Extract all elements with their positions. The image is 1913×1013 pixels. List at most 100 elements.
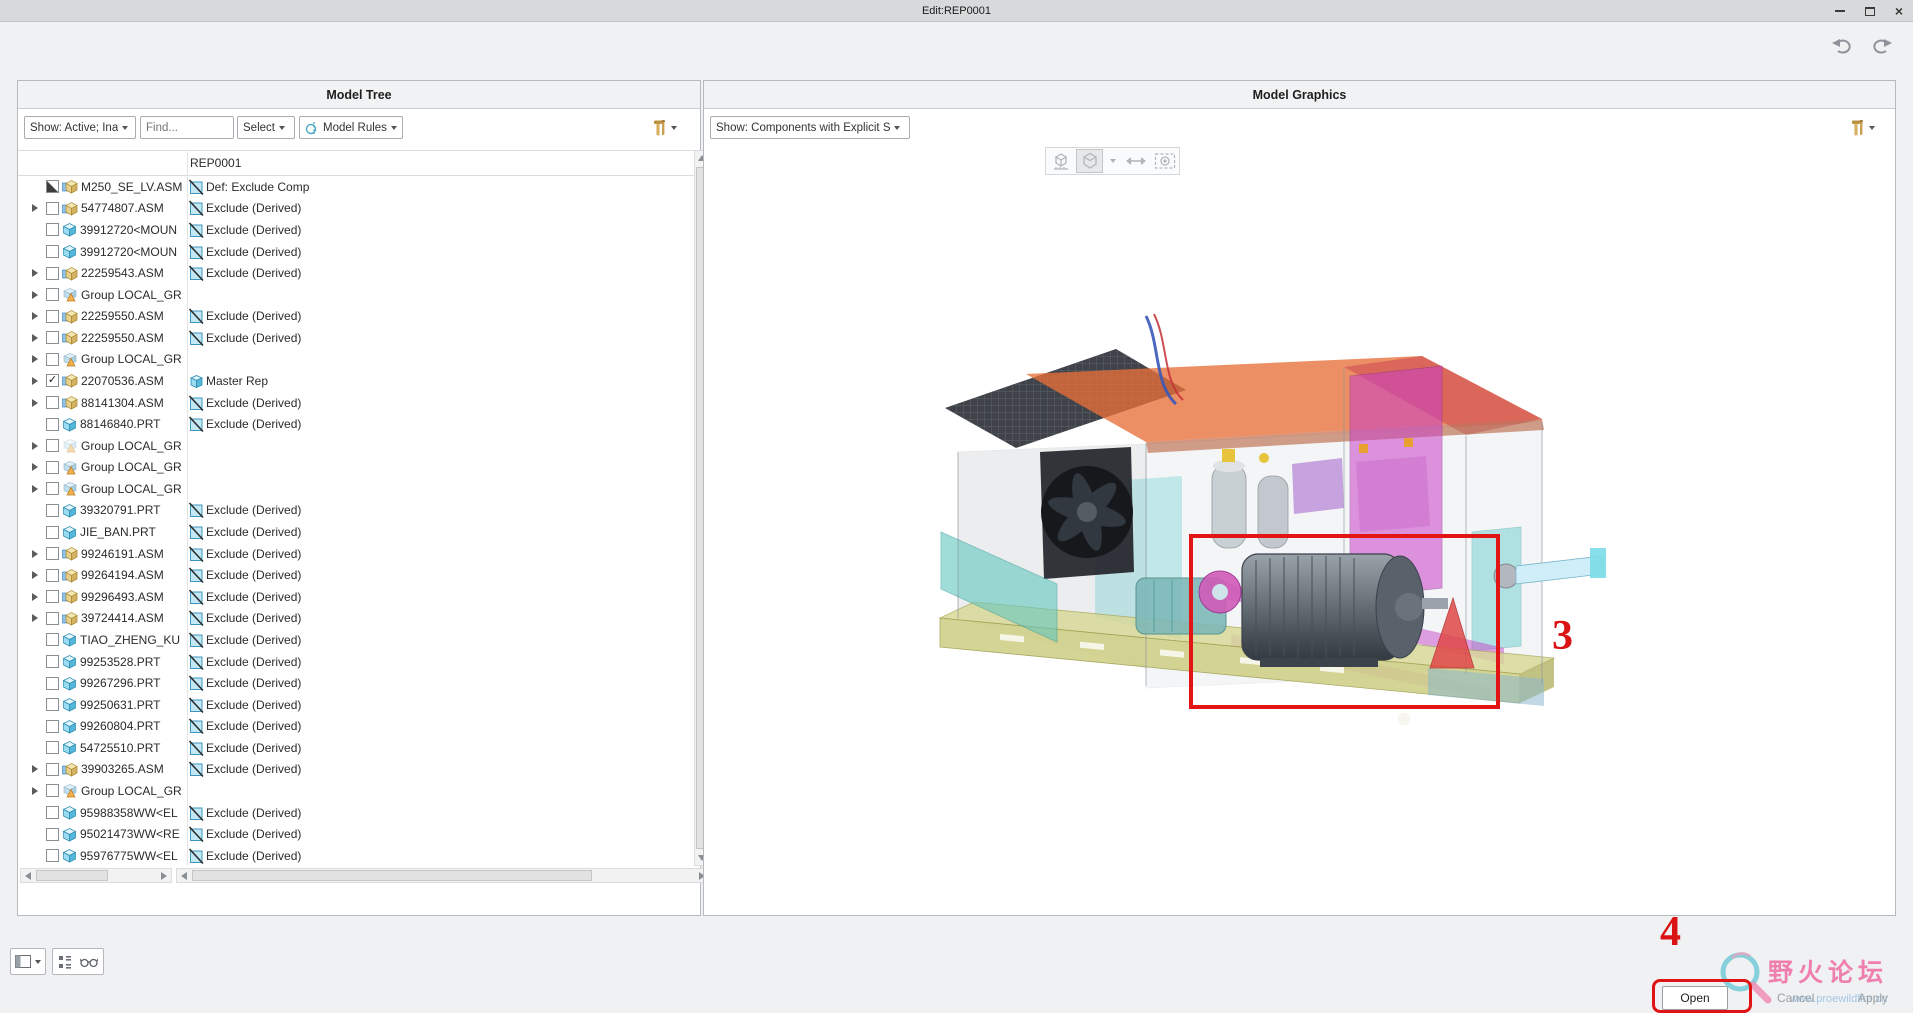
row-checkbox[interactable] (46, 762, 59, 776)
tree-node[interactable]: 39724414.ASM (21, 611, 187, 626)
row-checkbox[interactable] (46, 201, 59, 215)
row-checkbox[interactable] (46, 590, 59, 604)
rule-cell[interactable]: Exclude (Derived) (187, 502, 693, 519)
tree-hscrollbar-right[interactable] (176, 868, 710, 883)
tree-row[interactable]: 54725510.PRT Exclude (Derived) (21, 737, 693, 759)
row-checkbox[interactable] (46, 352, 59, 366)
rule-cell[interactable]: Exclude (Derived) (187, 546, 693, 562)
tree-row[interactable]: 95988358WW<EL Exclude (Derived) (21, 802, 693, 824)
tree-row[interactable]: 99250631.PRT Exclude (Derived) (21, 694, 693, 716)
tree-row[interactable]: 39724414.ASM Exclude (Derived) (21, 608, 693, 630)
tree-node[interactable]: Group LOCAL_GR (21, 783, 187, 798)
row-checkbox[interactable] (46, 719, 59, 733)
tree-row[interactable]: Group LOCAL_GR (21, 457, 693, 479)
rule-cell[interactable]: Exclude (Derived) (187, 826, 693, 843)
tree-column-header[interactable]: REP0001 (18, 150, 694, 176)
tree-node[interactable]: Group LOCAL_GR (21, 438, 187, 453)
tree-node[interactable]: ✓ 22070536.ASM (21, 373, 187, 389)
row-checkbox[interactable] (46, 849, 59, 863)
apply-button[interactable]: Apply (1858, 991, 1888, 1005)
tree-node[interactable]: 22259550.ASM (21, 309, 187, 324)
row-checkbox[interactable] (46, 547, 59, 561)
tree-node[interactable]: TIAO_ZHENG_KU (21, 632, 187, 647)
row-checkbox[interactable] (46, 784, 59, 798)
expand-arrow-icon[interactable] (31, 333, 43, 343)
zoom-to-box-button[interactable] (1047, 149, 1074, 173)
rule-cell[interactable]: Def: Exclude Comp (187, 179, 693, 195)
tree-node[interactable]: Group LOCAL_GR (21, 460, 187, 475)
tree-node[interactable]: 39912720<MOUN (21, 222, 187, 238)
redo-icon[interactable] (1869, 36, 1895, 56)
cancel-button[interactable]: Cancel (1777, 991, 1814, 1005)
rule-cell[interactable]: Master Rep (187, 373, 693, 389)
tree-node[interactable]: JIE_BAN.PRT (21, 525, 187, 540)
fit-width-button[interactable] (1122, 149, 1149, 173)
rule-cell[interactable]: Exclude (Derived) (187, 265, 693, 282)
graphics-show-filter-dropdown[interactable]: Show: Components with Explicit S (710, 116, 910, 139)
show-filter-dropdown[interactable]: Show: Active; Inac (24, 116, 136, 139)
tree-row[interactable]: 99253528.PRT Exclude (Derived) (21, 651, 693, 673)
tree-row[interactable]: JIE_BAN.PRT Exclude (Derived) (21, 521, 693, 543)
expand-arrow-icon[interactable] (31, 549, 43, 559)
rule-cell[interactable]: Exclude (Derived) (187, 416, 693, 433)
rule-cell[interactable]: Exclude (Derived) (187, 610, 693, 627)
tree-row[interactable]: Group LOCAL_GR (21, 478, 693, 500)
tree-row[interactable]: ✓ 22070536.ASM Master Rep (21, 370, 693, 392)
row-checkbox[interactable] (46, 827, 59, 841)
rule-cell[interactable]: Exclude (Derived) (187, 718, 693, 735)
tree-settings-button[interactable] (646, 115, 681, 141)
tree-node[interactable]: 22259550.ASM (21, 330, 187, 345)
tree-node[interactable]: 39912720<MOUN (21, 244, 187, 259)
tree-row[interactable]: 95976775WW<EL Exclude (Derived) (21, 845, 693, 867)
expand-arrow-icon[interactable] (31, 311, 43, 321)
expand-arrow-icon[interactable] (31, 786, 43, 796)
display-style-dropdown[interactable] (1105, 149, 1120, 173)
tree-node[interactable]: 54774807.ASM (21, 201, 187, 216)
tree-row[interactable]: Group LOCAL_GR (21, 284, 693, 306)
rule-cell[interactable]: Exclude (Derived) (187, 244, 693, 260)
tree-row[interactable]: 39320791.PRT Exclude (Derived) (21, 500, 693, 522)
rule-cell[interactable]: Exclude (Derived) (187, 761, 693, 778)
tree-columns-icon[interactable] (58, 955, 72, 969)
tree-node[interactable]: Group LOCAL_GR (21, 481, 187, 496)
expand-arrow-icon[interactable] (31, 570, 43, 580)
tree-node[interactable]: 22259543.ASM (21, 266, 187, 281)
row-checkbox[interactable] (46, 568, 59, 582)
tree-node[interactable]: 99267296.PRT (21, 676, 187, 691)
row-checkbox[interactable] (46, 676, 59, 690)
tree-node[interactable]: 95021473WW<RE (21, 827, 187, 842)
rule-cell[interactable]: Exclude (Derived) (187, 675, 693, 692)
row-checkbox[interactable] (46, 482, 59, 496)
row-checkbox[interactable] (46, 223, 59, 237)
model-rules-button[interactable]: Model Rules (299, 116, 403, 139)
tree-row[interactable]: TIAO_ZHENG_KU Exclude (Derived) (21, 629, 693, 651)
expand-arrow-icon[interactable] (31, 376, 43, 386)
rule-cell[interactable]: Exclude (Derived) (187, 740, 693, 756)
row-checkbox[interactable] (46, 503, 59, 517)
rule-cell[interactable]: Exclude (Derived) (187, 805, 693, 821)
find-field[interactable] (140, 116, 234, 139)
expand-arrow-icon[interactable] (31, 592, 43, 602)
rule-cell[interactable]: Exclude (Derived) (187, 222, 693, 238)
tree-row[interactable]: 22259543.ASM Exclude (Derived) (21, 262, 693, 284)
row-checkbox[interactable] (46, 266, 59, 280)
rule-cell[interactable]: Exclude (Derived) (187, 697, 693, 713)
tree-row[interactable]: 99296493.ASM Exclude (Derived) (21, 586, 693, 608)
display-style-button[interactable] (1076, 149, 1103, 173)
glasses-icon[interactable] (80, 956, 98, 968)
row-checkbox[interactable] (46, 439, 59, 453)
rule-cell[interactable]: Exclude (Derived) (187, 200, 693, 217)
rule-cell[interactable]: Exclude (Derived) (187, 653, 693, 670)
minimize-icon[interactable] (1834, 10, 1845, 12)
tree-row[interactable]: 39912720<MOUN Exclude (Derived) (21, 241, 693, 263)
tree-node[interactable]: M250_SE_LV.ASM (21, 179, 187, 194)
title-bar[interactable]: Edit:REP0001 × (0, 0, 1913, 22)
tree-row[interactable]: 88146840.PRT Exclude (Derived) (21, 413, 693, 435)
rule-cell[interactable]: Exclude (Derived) (187, 567, 693, 584)
tree-pane-toggle-button[interactable] (10, 948, 46, 975)
tree-row[interactable]: 39903265.ASM Exclude (Derived) (21, 759, 693, 781)
tree-node[interactable]: 99253528.PRT (21, 654, 187, 669)
row-checkbox[interactable] (46, 525, 59, 539)
tree-row[interactable]: 54774807.ASM Exclude (Derived) (21, 198, 693, 220)
scrollbar-thumb[interactable] (36, 870, 108, 881)
